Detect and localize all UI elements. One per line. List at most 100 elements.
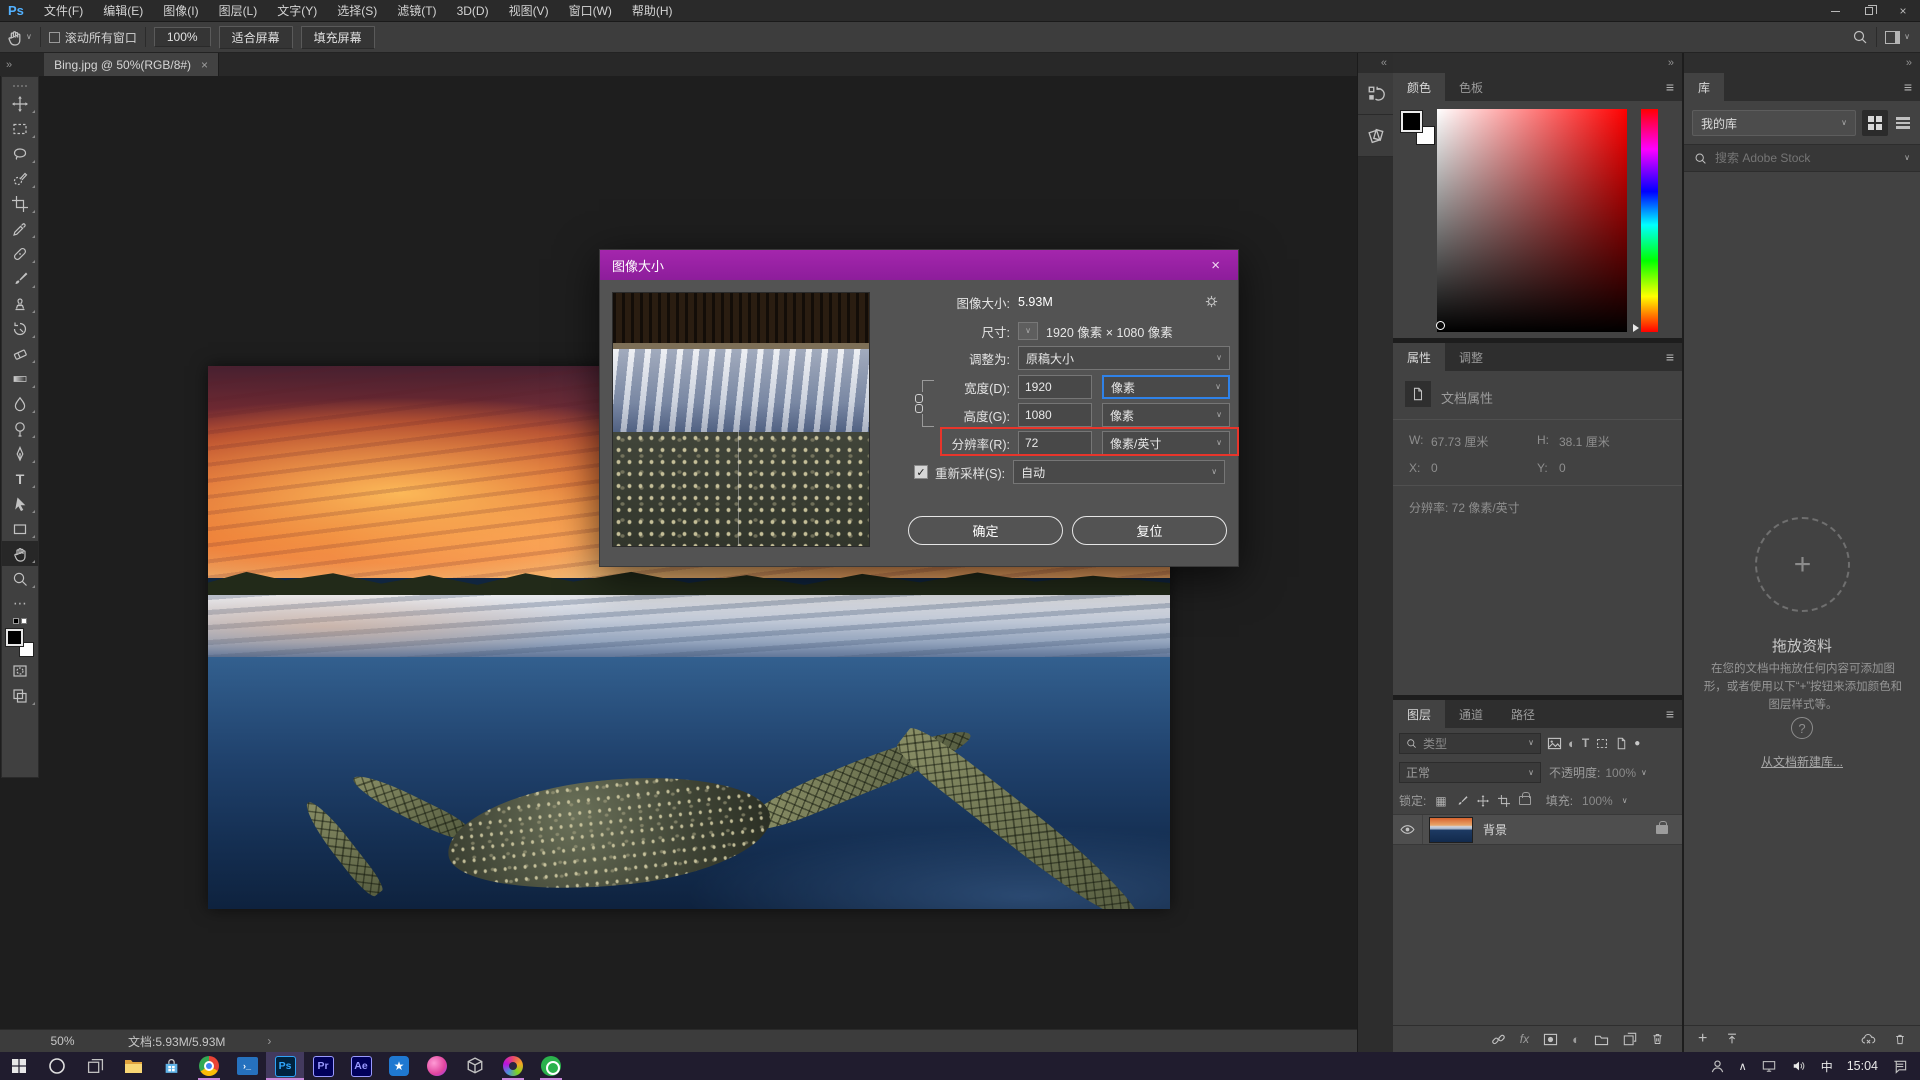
menu-type[interactable]: 文字(Y) [267, 0, 327, 22]
hand-tool-option-icon[interactable] [6, 29, 23, 46]
help-icon[interactable]: ? [1791, 717, 1813, 739]
minimize-button[interactable] [1818, 0, 1852, 22]
width-input[interactable] [1018, 375, 1092, 399]
delete-layer-icon[interactable] [1651, 1032, 1664, 1046]
tab-layers[interactable]: 图层 [1393, 700, 1445, 728]
start-button[interactable] [0, 1052, 38, 1080]
menu-select[interactable]: 选择(S) [327, 0, 387, 22]
chevron-down-icon[interactable]: ∨ [1622, 797, 1628, 805]
status-zoom-level[interactable]: 50% [35, 1034, 90, 1048]
smart-object-filter-icon[interactable] [1615, 737, 1628, 750]
move-tool[interactable] [2, 91, 38, 116]
document-tab[interactable]: Bing.jpg @ 50%(RGB/8#) × [44, 53, 219, 76]
sync-disabled-icon[interactable] [1860, 1032, 1876, 1046]
menu-help[interactable]: 帮助(H) [622, 0, 683, 22]
add-element-button[interactable]: + [1698, 1030, 1707, 1048]
file-explorer-button[interactable] [114, 1052, 152, 1080]
network-tray-icon[interactable] [1761, 1059, 1777, 1073]
layer-filter-select[interactable]: 类型 ∨ [1399, 733, 1541, 754]
lock-transparency-icon[interactable]: ▦ [1435, 794, 1446, 808]
task-view-button[interactable] [76, 1052, 114, 1080]
blur-tool[interactable] [2, 391, 38, 416]
clone-stamp-tool[interactable] [2, 291, 38, 316]
layer-style-icon[interactable]: fx [1520, 1032, 1529, 1046]
new-layer-icon[interactable] [1623, 1032, 1637, 1046]
height-input[interactable] [1018, 403, 1092, 427]
menu-file[interactable]: 文件(F) [34, 0, 93, 22]
premiere-button[interactable]: Pr [304, 1052, 342, 1080]
hand-tool[interactable] [2, 541, 38, 566]
tab-paths[interactable]: 路径 [1497, 700, 1549, 728]
tab-channels[interactable]: 通道 [1445, 700, 1497, 728]
color-picker-cursor[interactable] [1436, 321, 1445, 330]
layer-name[interactable]: 背景 [1483, 821, 1507, 838]
pen-tool[interactable] [2, 441, 38, 466]
tab-adjustments[interactable]: 调整 [1445, 343, 1497, 371]
hue-slider-marker[interactable] [1633, 324, 1639, 332]
type-filter-icon[interactable]: T [1582, 736, 1589, 750]
ime-indicator[interactable]: 中 [1821, 1058, 1833, 1075]
resolution-unit-select[interactable]: 像素/英寸 ∨ [1102, 431, 1230, 455]
lasso-tool[interactable] [2, 141, 38, 166]
panel-menu-icon[interactable]: ≡ [1658, 700, 1682, 728]
adjustment-filter-icon[interactable]: ◐ [1568, 736, 1576, 751]
clock[interactable]: 15:04 [1847, 1059, 1878, 1073]
layer-mask-icon[interactable] [1543, 1033, 1558, 1046]
foreground-background-swatch[interactable] [5, 628, 35, 658]
screen-mode-button[interactable] [2, 683, 38, 708]
menu-edit[interactable]: 编辑(E) [93, 0, 153, 22]
panel-menu-icon[interactable]: ≡ [1658, 343, 1682, 371]
search-icon[interactable] [1852, 29, 1868, 45]
collapse-panels-icon[interactable]: » [1906, 57, 1912, 69]
collapse-panels-icon[interactable]: » [0, 59, 18, 71]
menu-filter[interactable]: 滤镜(T) [387, 0, 446, 22]
marquee-tool[interactable] [2, 116, 38, 141]
path-selection-tool[interactable] [2, 491, 38, 516]
dialog-close-icon[interactable]: × [1205, 257, 1226, 274]
layer-group-icon[interactable] [1594, 1033, 1609, 1046]
eyedropper-tool[interactable] [2, 216, 38, 241]
grid-view-button[interactable] [1862, 110, 1888, 136]
workspace-switcher-icon[interactable] [1885, 31, 1900, 44]
height-unit-select[interactable]: 像素 ∨ [1102, 403, 1230, 427]
delete-library-item-icon[interactable] [1894, 1033, 1906, 1046]
adobe-stock-search-input[interactable] [1715, 151, 1904, 165]
gear-icon[interactable] [1204, 294, 1219, 309]
menu-image[interactable]: 图像(I) [153, 0, 208, 22]
menu-window[interactable]: 窗口(W) [559, 0, 622, 22]
restore-button[interactable] [1852, 0, 1886, 22]
chrome-button[interactable] [190, 1052, 228, 1080]
type-tool[interactable]: T [2, 466, 38, 491]
expand-panels-icon[interactable]: « [1358, 53, 1393, 73]
spot-healing-tool[interactable] [2, 241, 38, 266]
blend-mode-select[interactable]: 正常 ∨ [1399, 762, 1541, 783]
default-swap-colors[interactable] [13, 618, 27, 624]
lock-paint-icon[interactable] [1456, 795, 1468, 807]
collapse-panels-icon[interactable]: » [1668, 57, 1674, 69]
panel-menu-icon[interactable]: ≡ [1658, 73, 1682, 101]
chevron-down-icon[interactable]: ∨ [1904, 33, 1910, 41]
menu-view[interactable]: 视图(V) [499, 0, 559, 22]
share-library-icon[interactable] [1725, 1032, 1739, 1046]
quick-mask-button[interactable] [2, 658, 38, 683]
chevron-down-icon[interactable]: ∨ [1641, 769, 1647, 777]
eraser-tool[interactable] [2, 341, 38, 366]
green-app-button[interactable] [532, 1052, 570, 1080]
powershell-button[interactable]: ›_ [228, 1052, 266, 1080]
shape-tool[interactable] [2, 516, 38, 541]
volume-tray-icon[interactable] [1791, 1059, 1807, 1073]
pixel-filter-icon[interactable] [1547, 737, 1562, 750]
after-effects-button[interactable]: Ae [342, 1052, 380, 1080]
tab-close-icon[interactable]: × [201, 58, 208, 72]
adjustment-layer-icon[interactable]: ◐ [1572, 1032, 1580, 1047]
opacity-value[interactable]: 100% [1605, 766, 1636, 780]
lock-all-icon[interactable] [1519, 796, 1531, 805]
history-panel-button[interactable] [1358, 73, 1394, 115]
fit-to-select[interactable]: 原稿大小 ∨ [1018, 346, 1230, 370]
scroll-all-windows-checkbox[interactable] [49, 32, 60, 43]
close-button[interactable]: × [1886, 0, 1920, 22]
photoshop-taskbar-button[interactable]: Ps [266, 1052, 304, 1080]
zoom-100-button[interactable]: 100% [154, 27, 211, 47]
toolbar-grip[interactable] [13, 85, 27, 87]
tab-properties[interactable]: 属性 [1393, 343, 1445, 371]
